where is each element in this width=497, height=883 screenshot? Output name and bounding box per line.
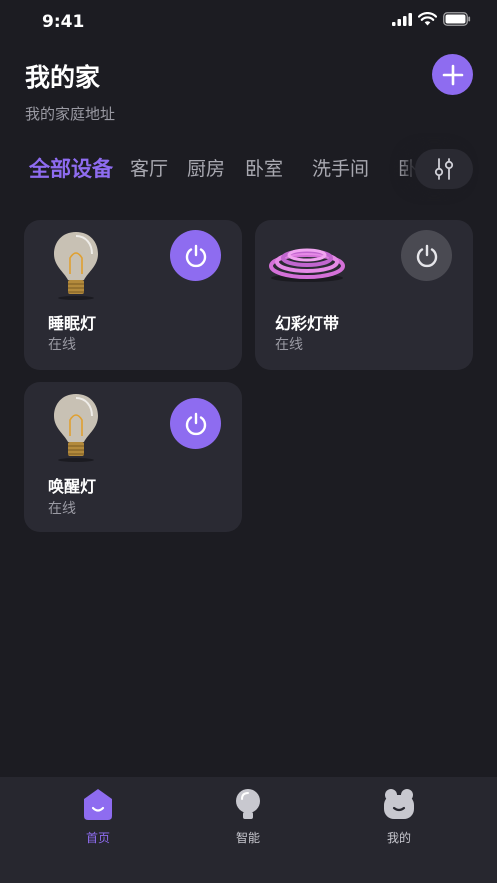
power-button[interactable] xyxy=(170,230,221,281)
status-bar: 9:41 xyxy=(0,0,497,44)
battery-icon xyxy=(443,12,471,26)
sliders-icon xyxy=(434,158,454,180)
status-icons xyxy=(392,12,471,26)
power-icon xyxy=(185,412,206,435)
plus-icon xyxy=(442,64,463,85)
cellular-signal-icon xyxy=(392,12,412,26)
nav-label: 首页 xyxy=(85,831,110,845)
tab-all-devices[interactable]: 全部设备 xyxy=(29,150,113,188)
device-name: 睡眠灯 xyxy=(48,314,97,333)
status-time: 9:41 xyxy=(42,12,85,32)
device-status: 在线 xyxy=(48,501,76,517)
device-card-led-strip[interactable]: 幻彩灯带 在线 xyxy=(255,220,473,370)
tab-bathroom[interactable]: 洗手间 xyxy=(312,150,369,188)
app-screen: 9:41 我的家 我的家庭地址 全部设备 客厅 厨房 卧室 洗手间 卧 睡眠灯 … xyxy=(0,0,497,883)
device-name: 唤醒灯 xyxy=(48,477,97,496)
bulb-icon xyxy=(236,789,260,819)
page-title: 我的家 xyxy=(25,63,101,92)
device-status: 在线 xyxy=(48,337,76,353)
wifi-icon xyxy=(418,12,437,26)
power-button[interactable] xyxy=(170,398,221,449)
tab-bedroom[interactable]: 卧室 xyxy=(245,150,283,188)
nav-item-smart[interactable]: 智能 xyxy=(203,787,293,846)
nav-item-home[interactable]: 首页 xyxy=(53,787,143,846)
power-button[interactable] xyxy=(401,230,452,281)
home-icon xyxy=(84,789,112,820)
profile-icon xyxy=(384,789,414,819)
light-bulb-image xyxy=(54,394,98,462)
device-card-sleep-light[interactable]: 睡眠灯 在线 xyxy=(24,220,242,370)
tab-living-room[interactable]: 客厅 xyxy=(130,150,168,188)
tab-kitchen[interactable]: 厨房 xyxy=(187,150,225,188)
light-bulb-image xyxy=(54,232,98,300)
nav-item-profile[interactable]: 我的 xyxy=(354,787,444,846)
device-card-wake-light[interactable]: 唤醒灯 在线 xyxy=(24,382,242,532)
bottom-nav: 首页 智能 我的 xyxy=(0,777,497,883)
home-address[interactable]: 我的家庭地址 xyxy=(25,103,115,124)
nav-label: 智能 xyxy=(235,831,260,845)
add-device-button[interactable] xyxy=(432,54,473,95)
power-icon xyxy=(416,244,437,267)
device-status: 在线 xyxy=(275,337,303,353)
led-strip-image xyxy=(269,248,345,282)
device-name: 幻彩灯带 xyxy=(275,314,340,333)
room-filter-button[interactable] xyxy=(415,149,473,189)
power-icon xyxy=(185,244,206,267)
nav-label: 我的 xyxy=(386,831,411,845)
